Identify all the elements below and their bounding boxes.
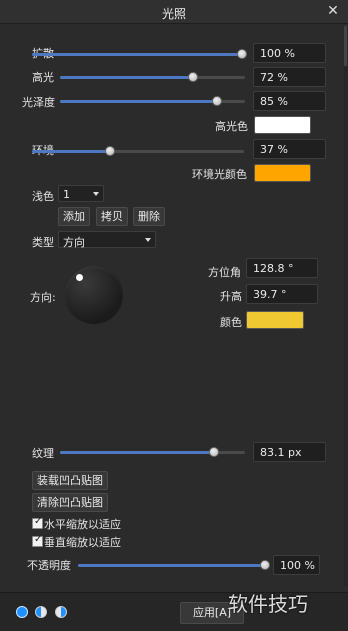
highlight-color-label: 高光色 [215, 120, 248, 133]
watermark-text: 软件技巧 [228, 592, 308, 616]
add-light-button[interactable]: 添加 [58, 207, 90, 226]
scale-horizontal-checkbox[interactable] [32, 516, 43, 529]
slider-fill [32, 150, 111, 153]
light-select[interactable]: 1 [58, 185, 104, 202]
slider-knob[interactable] [105, 146, 116, 156]
title-bar: 光照 ✕ [0, 0, 348, 24]
close-icon[interactable]: ✕ [325, 3, 341, 19]
opacity-label: 不透明度 [27, 559, 71, 572]
type-select[interactable]: 方向 [58, 231, 156, 249]
texture-value-field[interactable]: 83.1 px [253, 442, 326, 462]
chevron-down-icon [145, 238, 151, 242]
direction-label: 方向: [30, 291, 56, 304]
elevation-field[interactable]: 39.7 ° [246, 284, 318, 304]
blend-mode-split-icon[interactable] [35, 606, 47, 618]
specular-slider[interactable] [60, 72, 245, 82]
chevron-down-icon [93, 192, 99, 196]
load-bump-map-button[interactable]: 装载凹凸贴图 [32, 471, 108, 490]
light-color-label: 颜色 [220, 316, 242, 329]
slider-knob[interactable] [212, 96, 223, 106]
slider-fill [60, 76, 194, 79]
slider-knob[interactable] [237, 49, 247, 59]
slider-fill [60, 451, 214, 454]
light-label: 浅色 [32, 190, 54, 203]
opacity-slider[interactable] [78, 560, 270, 570]
blend-mode-normal-icon[interactable] [16, 606, 28, 618]
slider-fill [32, 53, 242, 56]
direction-handle[interactable] [76, 274, 83, 281]
azimuth-field[interactable]: 128.8 ° [246, 258, 318, 278]
gloss-slider[interactable] [60, 96, 245, 106]
delete-light-button[interactable]: 删除 [133, 207, 165, 226]
specular-value-field[interactable]: 72 % [253, 67, 326, 87]
opacity-value-field[interactable]: 100 % [273, 555, 320, 575]
slider-knob[interactable] [208, 447, 219, 457]
slider-knob[interactable] [188, 72, 199, 82]
texture-slider[interactable] [60, 447, 245, 457]
texture-label: 纹理 [32, 447, 54, 460]
elevation-label: 升高 [220, 290, 242, 303]
ambient-value-field[interactable]: 37 % [253, 139, 326, 159]
scale-horizontal-label: 水平缩放以适应 [44, 518, 121, 531]
gloss-value-field[interactable]: 85 % [253, 91, 326, 111]
light-color-swatch[interactable] [246, 311, 304, 329]
slider-fill [60, 100, 218, 103]
gloss-label: 光泽度 [22, 96, 55, 109]
direction-dial[interactable] [65, 266, 123, 324]
diffuse-slider[interactable] [32, 49, 247, 59]
slider-knob[interactable] [260, 560, 270, 570]
slider-fill [78, 564, 265, 567]
scrollbar[interactable] [344, 26, 347, 586]
light-select-value: 1 [63, 188, 70, 201]
scale-vertical-label: 垂直缩放以适应 [44, 536, 121, 549]
highlight-color-swatch[interactable] [254, 116, 311, 134]
scrollbar-thumb[interactable] [344, 26, 347, 66]
copy-light-button[interactable]: 拷贝 [96, 207, 128, 226]
window-title: 光照 [161, 7, 186, 21]
blend-mode-invert-icon[interactable] [55, 606, 67, 618]
scale-vertical-checkbox[interactable] [32, 534, 43, 547]
diffuse-value-field[interactable]: 100 % [253, 43, 326, 63]
ambient-slider[interactable] [32, 146, 244, 156]
type-label: 类型 [32, 236, 54, 249]
ambient-color-swatch[interactable] [254, 164, 311, 182]
clear-bump-map-button[interactable]: 清除凹凸贴图 [32, 493, 108, 512]
type-select-value: 方向 [63, 236, 85, 249]
ambient-color-label: 环境光颜色 [192, 168, 247, 181]
azimuth-label: 方位角 [208, 266, 241, 279]
specular-label: 高光 [32, 71, 54, 84]
